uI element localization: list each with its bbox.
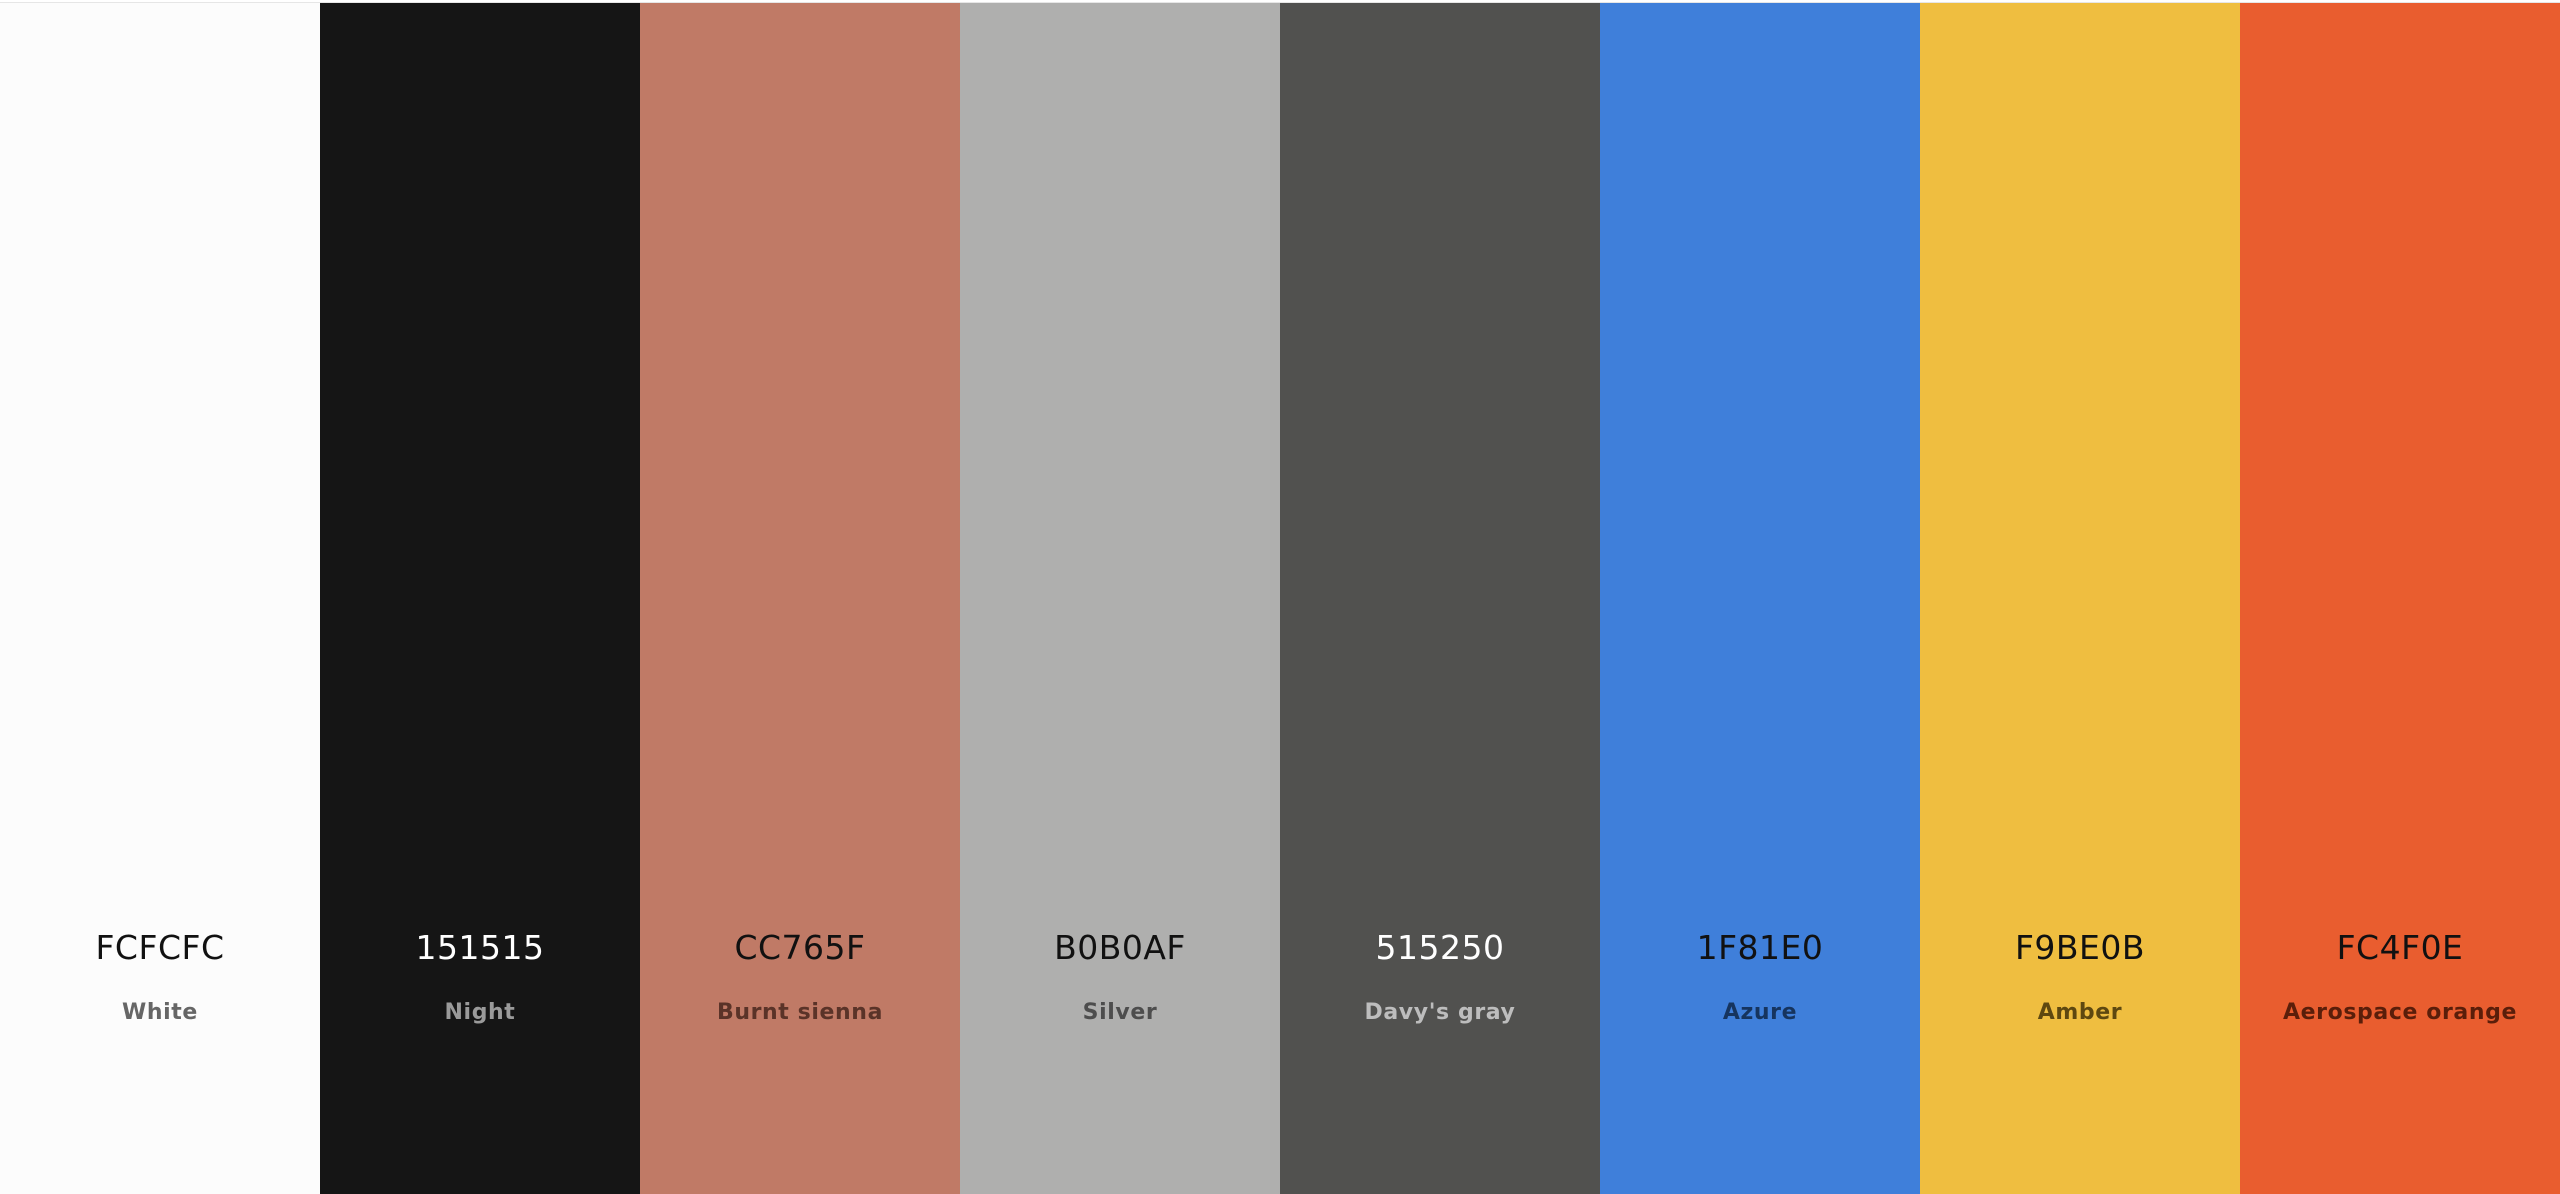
swatch-hex-code[interactable]: B0B0AF [960,921,1280,975]
swatch-label: 1F81E0 Azure [1600,921,1920,1031]
swatch-aerospace-orange[interactable]: FC4F0E Aerospace orange [2240,3,2560,1194]
swatch-label: FC4F0E Aerospace orange [2240,921,2560,1031]
swatch-hex-code[interactable]: FCFCFC [0,921,320,975]
swatch-hex-code[interactable]: CC765F [640,921,960,975]
swatch-color-name: Burnt sienna [716,1000,884,1025]
swatch-hex-code[interactable]: FC4F0E [2240,921,2560,975]
swatch-white[interactable]: FCFCFC White [0,3,320,1194]
swatch-color-name: Davy's gray [1364,1000,1516,1025]
swatch-color-name: Amber [2037,1000,2123,1025]
swatch-hex-code[interactable]: 515250 [1280,921,1600,975]
swatch-hex-code[interactable]: 151515 [320,921,640,975]
swatch-label: B0B0AF Silver [960,921,1280,1031]
swatch-davys-gray[interactable]: 515250 Davy's gray [1280,3,1600,1194]
swatch-color-name: Night [444,1000,516,1025]
swatch-night[interactable]: 151515 Night [320,3,640,1194]
swatch-label: 151515 Night [320,921,640,1031]
swatch-color-name: Azure [1722,1000,1798,1025]
color-palette: FCFCFC White 151515 Night CC765F Burnt s… [0,2,2560,1194]
swatch-silver[interactable]: B0B0AF Silver [960,3,1280,1194]
swatch-label: 515250 Davy's gray [1280,921,1600,1031]
swatch-hex-code[interactable]: F9BE0B [1920,921,2240,975]
swatch-hex-code[interactable]: 1F81E0 [1600,921,1920,975]
swatch-color-name: Silver [1082,1000,1158,1025]
swatch-label: F9BE0B Amber [1920,921,2240,1031]
swatch-burnt-sienna[interactable]: CC765F Burnt sienna [640,3,960,1194]
swatch-label: CC765F Burnt sienna [640,921,960,1031]
swatch-color-name: White [122,1000,198,1025]
swatch-amber[interactable]: F9BE0B Amber [1920,3,2240,1194]
swatch-azure[interactable]: 1F81E0 Azure [1600,3,1920,1194]
swatch-color-name: Aerospace orange [2283,1000,2517,1025]
swatch-label: FCFCFC White [0,921,320,1031]
